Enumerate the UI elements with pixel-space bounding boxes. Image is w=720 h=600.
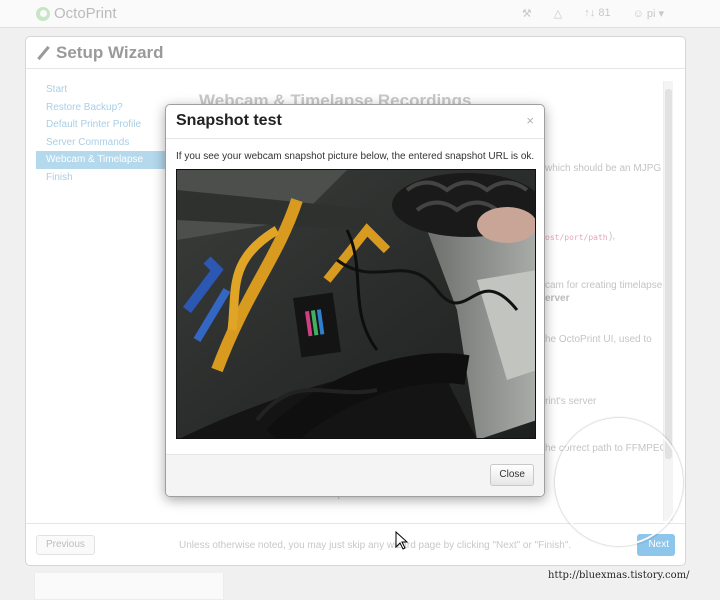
webcam-snapshot-image — [176, 169, 536, 439]
bg-text: ), — [609, 231, 616, 242]
wizard-step-printer-profile[interactable]: Default Printer Profile — [36, 116, 176, 134]
brand-name: OctoPrint — [54, 5, 117, 22]
bg-text: erver — [545, 293, 570, 304]
octoprint-logo-icon — [36, 6, 50, 21]
footer-hint: Unless otherwise noted, you may just ski… — [179, 540, 572, 551]
watermark-logo — [555, 418, 683, 546]
modal-title: Snapshot test — [176, 112, 282, 129]
magic-wand-icon — [36, 46, 50, 60]
wizard-step-start[interactable]: Start — [36, 81, 176, 99]
modal-header: Snapshot test × — [166, 105, 544, 139]
wizard-step-restore-backup[interactable]: Restore Backup? — [36, 99, 176, 117]
connection-status[interactable]: ↑↓ 81 — [584, 7, 610, 20]
bg-text: cam for creating timelapse — [545, 280, 663, 291]
bg-code: ost/port/path — [545, 233, 608, 242]
previous-button[interactable]: Previous — [36, 535, 95, 555]
bg-text: rint's server — [545, 396, 597, 407]
wizard-step-finish[interactable]: Finish — [36, 169, 176, 187]
bg-text: he OctoPrint UI, used to — [545, 334, 652, 345]
watermark-text: http://bluexmas.tistory.com/ — [548, 570, 690, 581]
user-menu[interactable]: ☺ pi ▾ — [633, 7, 664, 20]
wizard-step-server-commands[interactable]: Server Commands — [36, 134, 176, 152]
wizard-title: Setup Wizard — [56, 42, 164, 62]
mouse-cursor-icon — [395, 531, 409, 550]
navbar: OctoPrint ⚒ △ ↑↓ 81 ☺ pi ▾ — [0, 0, 720, 28]
close-button[interactable]: Close — [490, 464, 534, 486]
modal-message: If you see your webcam snapshot picture … — [176, 151, 535, 162]
wizard-header: Setup Wizard — [26, 37, 685, 69]
scrollbar-thumb[interactable] — [665, 89, 672, 459]
modal-footer: Close — [166, 454, 544, 496]
snapshot-test-modal: Snapshot test × If you see your webcam s… — [165, 104, 545, 497]
snapshot-picture — [177, 170, 535, 438]
brand[interactable]: OctoPrint — [36, 5, 117, 22]
bg-text: which should be an MJPG — [545, 163, 662, 174]
wizard-steps-nav: Start Restore Backup? Default Printer Pr… — [36, 81, 176, 186]
wizard-step-webcam[interactable]: Webcam & Timelapse — [36, 151, 176, 169]
close-icon[interactable]: × — [526, 113, 534, 128]
bell-icon[interactable]: △ — [554, 7, 562, 20]
background-panel — [34, 573, 224, 600]
wrench-icon[interactable]: ⚒ — [522, 7, 532, 20]
